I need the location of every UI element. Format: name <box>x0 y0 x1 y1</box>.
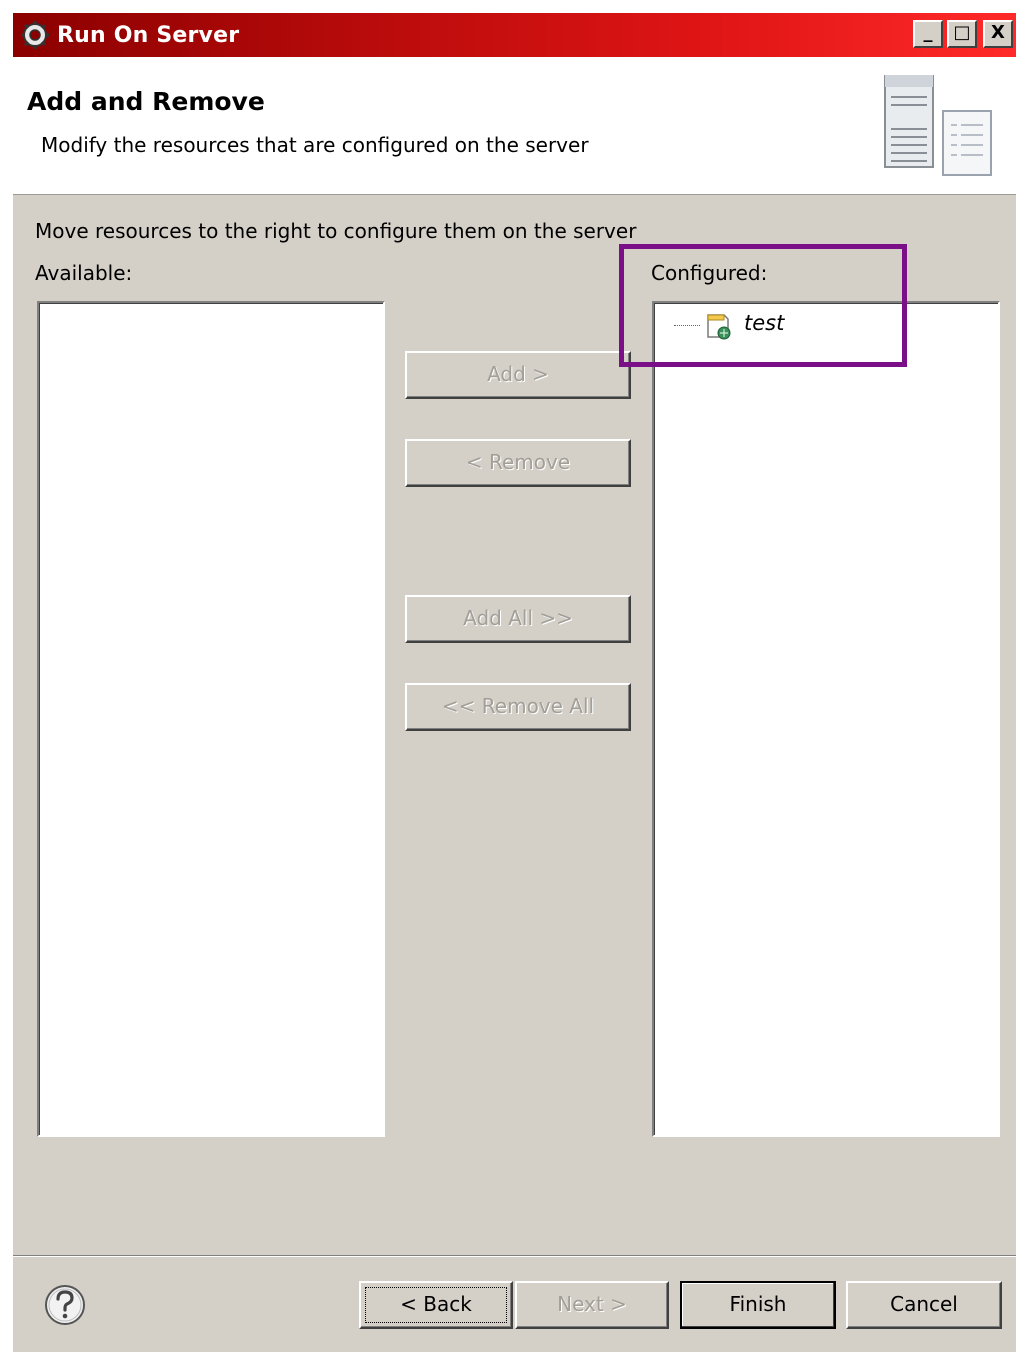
run-on-server-dialog: Run On Server _ □ X Add and Remove Modif… <box>12 12 1016 1352</box>
cancel-button[interactable]: Cancel <box>846 1281 1002 1329</box>
maximize-button[interactable]: □ <box>947 20 977 48</box>
instruction-text: Move resources to the right to configure… <box>35 219 637 243</box>
available-label: Available: <box>35 261 133 285</box>
eclipse-gear-icon <box>21 21 49 49</box>
page-description: Modify the resources that are configured… <box>41 133 589 157</box>
footer-divider <box>13 1255 1016 1257</box>
window-title: Run On Server <box>57 23 240 48</box>
add-all-button[interactable]: Add All >> <box>405 595 631 643</box>
minimize-icon: _ <box>923 22 933 43</box>
configured-list[interactable]: test <box>652 301 1000 1137</box>
help-icon[interactable] <box>43 1283 87 1327</box>
remove-button[interactable]: < Remove <box>405 439 631 487</box>
available-list[interactable] <box>37 301 385 1137</box>
title-bar[interactable]: Run On Server _ □ X <box>13 13 1016 57</box>
server-banner-icon <box>884 75 992 176</box>
highlight-annotation-box <box>619 244 907 367</box>
remove-all-button[interactable]: << Remove All <box>405 683 631 731</box>
minimize-button[interactable]: _ <box>913 20 943 48</box>
maximize-icon: □ <box>953 22 971 43</box>
page-title: Add and Remove <box>27 87 265 116</box>
finish-button[interactable]: Finish <box>680 1281 836 1329</box>
close-button[interactable]: X <box>983 20 1013 48</box>
add-button[interactable]: Add > <box>405 351 631 399</box>
focus-ring <box>365 1287 507 1323</box>
back-button[interactable]: < Back <box>359 1281 513 1329</box>
close-icon: X <box>991 22 1005 43</box>
next-button[interactable]: Next > <box>515 1281 669 1329</box>
wizard-banner: Add and Remove Modify the resources that… <box>13 57 1016 195</box>
